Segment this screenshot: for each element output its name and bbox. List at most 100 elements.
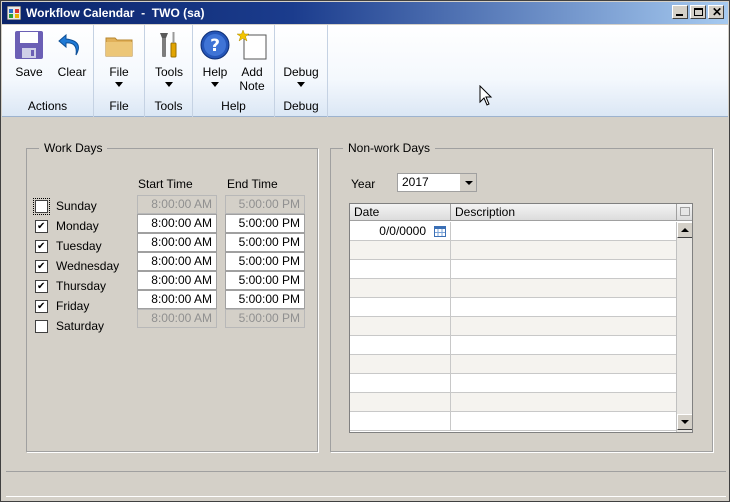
close-button[interactable]: ✕ bbox=[708, 5, 724, 19]
debug-menu-button[interactable]: Debug bbox=[281, 65, 321, 87]
thursday-end-time[interactable]: 5:00:00 PM bbox=[225, 271, 305, 290]
table-row[interactable] bbox=[350, 279, 677, 298]
description-column-header[interactable]: Description bbox=[451, 204, 677, 221]
friday-end-time[interactable]: 5:00:00 PM bbox=[225, 290, 305, 309]
scroll-down-button[interactable] bbox=[677, 414, 692, 430]
day-row-friday: Friday bbox=[35, 298, 89, 314]
table-row[interactable]: 0/0/0000 bbox=[350, 222, 677, 241]
clear-label: Clear bbox=[57, 65, 87, 79]
add-note-label-line2: Note bbox=[239, 79, 265, 93]
ribbon-group-label-debug: Debug bbox=[283, 99, 319, 113]
minimize-button[interactable] bbox=[672, 5, 688, 19]
day-row-sunday: Sunday bbox=[33, 197, 97, 215]
svg-text:?: ? bbox=[210, 36, 220, 56]
tools-icon bbox=[160, 32, 177, 58]
chevron-down-icon[interactable] bbox=[459, 174, 476, 191]
monday-checkbox[interactable] bbox=[35, 219, 48, 233]
title-bar[interactable]: Workflow Calendar - TWO (sa) ✕ bbox=[2, 2, 728, 24]
expand-icon bbox=[680, 207, 690, 216]
maximize-button[interactable] bbox=[690, 5, 706, 19]
chevron-down-icon bbox=[211, 82, 219, 87]
day-row-wednesday: Wednesday bbox=[35, 258, 119, 274]
sunday-start-time: 8:00:00 AM bbox=[137, 195, 217, 214]
monday-end-time[interactable]: 5:00:00 PM bbox=[225, 214, 305, 233]
ribbon-group-debug: Debug Debug bbox=[275, 25, 328, 117]
table-row[interactable] bbox=[350, 260, 677, 279]
day-row-tuesday: Tuesday bbox=[35, 238, 102, 254]
end-time-header: End Time bbox=[227, 177, 278, 191]
wednesday-start-time[interactable]: 8:00:00 AM bbox=[137, 252, 217, 271]
table-row[interactable] bbox=[350, 298, 677, 317]
scroll-up-button[interactable] bbox=[677, 222, 692, 238]
table-row[interactable] bbox=[350, 336, 677, 355]
help-icon: ? bbox=[200, 30, 230, 60]
saturday-label: Saturday bbox=[56, 319, 105, 333]
saturday-end-time: 5:00:00 PM bbox=[225, 309, 305, 328]
table-row[interactable] bbox=[350, 317, 677, 336]
non-work-days-group: Non-work Days Year 2017 Date Description… bbox=[330, 141, 713, 452]
tuesday-start-time[interactable]: 8:00:00 AM bbox=[137, 233, 217, 252]
add-note-button[interactable]: Add Note bbox=[234, 29, 270, 93]
tools-label: Tools bbox=[154, 65, 183, 79]
year-label: Year bbox=[351, 177, 376, 191]
chevron-down-icon bbox=[115, 82, 123, 87]
sunday-end-time: 5:00:00 PM bbox=[225, 195, 305, 214]
main-content: Work Days Start Time End Time Sunday Mon… bbox=[2, 118, 728, 464]
chevron-down-icon bbox=[165, 82, 173, 87]
ribbon-group-actions: Save Clear Actions bbox=[2, 25, 94, 117]
work-days-group: Work Days Start Time End Time Sunday Mon… bbox=[26, 141, 318, 452]
ribbon-group-label-file: File bbox=[109, 99, 129, 113]
table-row[interactable] bbox=[350, 355, 677, 374]
ribbon: Save Clear Actions File File Tools Tools… bbox=[2, 25, 728, 117]
undo-icon bbox=[58, 33, 79, 56]
table-row[interactable] bbox=[350, 241, 677, 260]
day-row-thursday: Thursday bbox=[35, 278, 106, 294]
chevron-down-icon bbox=[297, 82, 305, 87]
window-title: Workflow Calendar - TWO (sa) bbox=[26, 6, 205, 20]
help-label: Help bbox=[202, 65, 228, 79]
thursday-start-time[interactable]: 8:00:00 AM bbox=[137, 271, 217, 290]
ribbon-group-label-tools: Tools bbox=[154, 99, 183, 113]
status-bar bbox=[6, 471, 726, 497]
table-row[interactable] bbox=[350, 374, 677, 393]
monday-start-time[interactable]: 8:00:00 AM bbox=[137, 214, 217, 233]
wednesday-checkbox[interactable] bbox=[35, 259, 48, 273]
ribbon-group-file: File File bbox=[94, 25, 145, 117]
saturday-checkbox[interactable] bbox=[35, 319, 48, 333]
maximize-icon bbox=[694, 8, 703, 16]
tuesday-label: Tuesday bbox=[56, 239, 102, 253]
table-row[interactable] bbox=[350, 412, 677, 431]
tools-menu-button[interactable]: Tools bbox=[151, 29, 187, 87]
sunday-label: Sunday bbox=[56, 199, 97, 213]
non-work-days-grid: Date Description 0/0/0000 bbox=[349, 203, 693, 433]
year-select[interactable]: 2017 bbox=[397, 173, 477, 192]
save-button[interactable]: Save bbox=[12, 29, 46, 79]
clear-button[interactable]: Clear bbox=[54, 29, 90, 79]
debug-label: Debug bbox=[283, 65, 319, 79]
day-row-monday: Monday bbox=[35, 218, 99, 234]
minimize-icon bbox=[676, 14, 683, 16]
save-label: Save bbox=[15, 65, 43, 79]
save-icon bbox=[15, 31, 43, 59]
description-cell[interactable] bbox=[451, 222, 677, 241]
friday-label: Friday bbox=[56, 299, 90, 313]
calendar-icon[interactable] bbox=[434, 226, 446, 237]
add-note-label-line1: Add bbox=[241, 65, 263, 79]
workflow-calendar-icon bbox=[7, 6, 21, 20]
sunday-checkbox[interactable] bbox=[33, 197, 50, 215]
help-menu-button[interactable]: ? Help bbox=[198, 29, 232, 87]
grid-vertical-scrollbar[interactable] bbox=[676, 222, 692, 432]
tuesday-end-time[interactable]: 5:00:00 PM bbox=[225, 233, 305, 252]
tuesday-checkbox[interactable] bbox=[35, 239, 48, 253]
file-menu-button[interactable]: File bbox=[102, 29, 136, 87]
friday-start-time[interactable]: 8:00:00 AM bbox=[137, 290, 217, 309]
table-row[interactable] bbox=[350, 393, 677, 412]
date-column-header[interactable]: Date bbox=[350, 204, 451, 221]
add-note-icon bbox=[236, 29, 267, 60]
thursday-checkbox[interactable] bbox=[35, 279, 48, 293]
wednesday-end-time[interactable]: 5:00:00 PM bbox=[225, 252, 305, 271]
friday-checkbox[interactable] bbox=[35, 299, 48, 313]
ribbon-group-help: ? Help Add Note Help bbox=[193, 25, 275, 117]
grid-corner bbox=[677, 204, 692, 221]
saturday-start-time: 8:00:00 AM bbox=[137, 309, 217, 328]
